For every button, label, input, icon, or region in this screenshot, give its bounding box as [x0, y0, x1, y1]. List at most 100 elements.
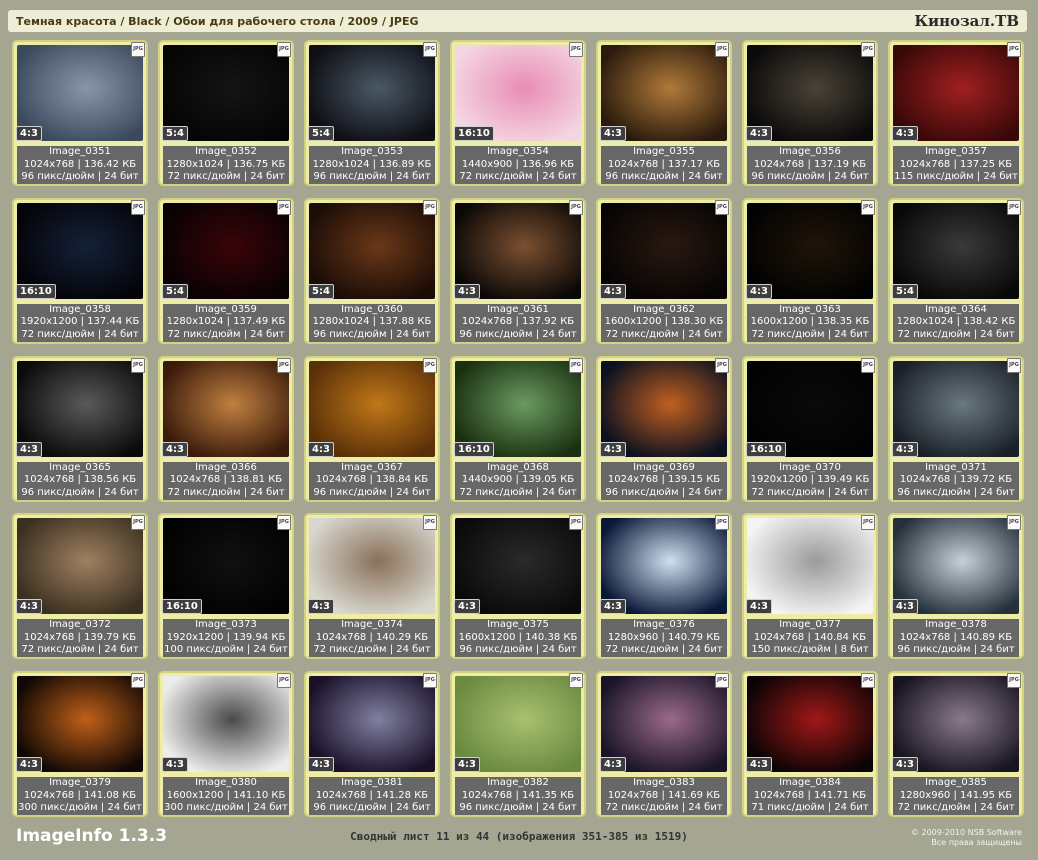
image-dimensions: 1024x768 | 137.25 КБ — [899, 158, 1013, 170]
image-info: Image_0367 1024x768 | 138.84 КБ 96 пикс/дю… — [309, 461, 435, 500]
jpg-file-icon: JPG — [1007, 357, 1021, 373]
image-name: Image_0383 — [633, 777, 695, 789]
thumbnail-tile[interactable]: JPG 4:3 Image_0379 1024x768 | 141.08 КБ 300 … — [12, 671, 148, 818]
aspect-ratio-badge: 4:3 — [892, 757, 918, 773]
thumbnail-tile[interactable]: JPG 4:3 Image_0365 1024x768 | 138.56 КБ 96 п… — [12, 355, 148, 502]
aspect-ratio-badge: 4:3 — [600, 599, 626, 615]
image-dimensions: 1024x768 | 139.79 КБ — [23, 631, 137, 643]
thumbnail-tile[interactable]: JPG 4:3 Image_0362 1600x1200 | 138.30 КБ 72 … — [596, 197, 732, 344]
image-name: Image_0384 — [779, 777, 841, 789]
jpg-file-icon: JPG — [715, 515, 729, 531]
image-info: Image_0362 1600x1200 | 138.30 КБ 72 пикс/д… — [601, 303, 727, 342]
image-name: Image_0375 — [487, 619, 549, 631]
thumbnail-tile[interactable]: JPG 4:3 Image_0367 1024x768 | 138.84 КБ 96 п… — [304, 355, 440, 502]
jpg-file-icon: JPG — [131, 357, 145, 373]
image-resolution: 96 пикс/дюйм | 24 бит — [459, 328, 577, 340]
thumbnail-tile[interactable]: JPG 5:4 Image_0352 1280x1024 | 136.75 КБ 72 … — [158, 40, 294, 186]
thumbnail-tile[interactable]: JPG 4:3 Image_0381 1024x768 | 141.28 КБ 96 п… — [304, 671, 440, 818]
jpg-file-icon: JPG — [715, 42, 729, 57]
thumbnail-tile[interactable]: JPG 4:3 Image_0356 1024x768 | 137.19 КБ 96 п… — [742, 40, 878, 186]
image-info: Image_0354 1440x900 | 136.96 КБ 72 пикс/дю… — [455, 146, 581, 184]
image-resolution: 96 пикс/дюйм | 24 бит — [313, 802, 431, 814]
image-resolution: 72 пикс/дюйм | 24 бит — [751, 328, 869, 340]
thumbnail-tile[interactable]: JPG 4:3 Image_0366 1024x768 | 138.81 КБ 72 п… — [158, 355, 294, 502]
image-info: Image_0351 1024x768 | 136.42 КБ 96 пикс/дю… — [17, 146, 143, 184]
thumbnail-tile[interactable]: JPG 4:3 Image_0384 1024x768 | 141.71 КБ 71 п… — [742, 671, 878, 818]
image-name: Image_0362 — [633, 303, 695, 315]
image-name: Image_0377 — [779, 619, 841, 631]
aspect-ratio-badge: 16:10 — [454, 126, 494, 141]
rights-text: Все права защищены — [931, 838, 1022, 847]
thumbnail-tile[interactable]: JPG 5:4 Image_0360 1280x1024 | 137.88 КБ 96 … — [304, 197, 440, 344]
thumbnail-tile[interactable]: JPG 4:3 Image_0361 1024x768 | 137.92 КБ 96 п… — [450, 197, 586, 344]
image-info: Image_0365 1024x768 | 138.56 КБ 96 пикс/дю… — [17, 461, 143, 500]
image-info: Image_0370 1920x1200 | 139.49 КБ 72 пикс/д… — [747, 461, 873, 500]
thumbnail-tile[interactable]: JPG 4:3 Image_0372 1024x768 | 139.79 КБ 72 п… — [12, 513, 148, 660]
aspect-ratio-badge: 4:3 — [600, 441, 626, 457]
thumbnail-tile[interactable]: JPG 5:4 Image_0353 1280x1024 | 136.89 КБ 96 … — [304, 40, 440, 186]
aspect-ratio-badge: 4:3 — [454, 283, 480, 299]
thumbnail-tile[interactable]: JPG 16:10 Image_0358 1920x1200 | 137.44 КБ 7… — [12, 197, 148, 344]
aspect-ratio-badge: 16:10 — [746, 441, 786, 457]
image-name: Image_0368 — [487, 461, 549, 473]
image-name: Image_0358 — [49, 303, 111, 315]
thumbnail-tile[interactable]: JPG 4:3 Image_0383 1024x768 | 141.69 КБ 72 п… — [596, 671, 732, 818]
thumbnail-tile[interactable]: JPG 4:3 Image_0385 1280x960 | 141.95 КБ 72 п… — [888, 671, 1024, 818]
image-resolution: 96 пикс/дюйм | 24 бит — [605, 486, 723, 498]
aspect-ratio-badge: 5:4 — [308, 126, 334, 141]
image-dimensions: 1440x900 | 139.05 КБ — [461, 474, 575, 486]
aspect-ratio-badge: 4:3 — [162, 757, 188, 773]
thumbnail-tile[interactable]: JPG 4:3 Image_0371 1024x768 | 139.72 КБ 96 п… — [888, 355, 1024, 502]
jpg-file-icon: JPG — [715, 199, 729, 215]
jpg-file-icon: JPG — [569, 42, 583, 57]
image-info: Image_0363 1600x1200 | 138.35 КБ 72 пикс/д… — [747, 303, 873, 342]
jpg-file-icon: JPG — [861, 357, 875, 373]
copyright-text: © 2009-2010 NSB Software — [910, 828, 1022, 837]
thumbnail-tile[interactable]: JPG 16:10 Image_0370 1920x1200 | 139.49 КБ 7… — [742, 355, 878, 502]
thumbnail-tile[interactable]: JPG 16:10 Image_0373 1920x1200 | 139.94 КБ 1… — [158, 513, 294, 660]
thumbnail-tile[interactable]: JPG 4:3 Image_0382 1024x768 | 141.35 КБ 96 п… — [450, 671, 586, 818]
jpg-file-icon: JPG — [423, 357, 437, 373]
jpg-file-icon: JPG — [569, 673, 583, 689]
thumbnail-tile[interactable]: JPG 4:3 Image_0375 1600x1200 | 140.38 КБ 96 … — [450, 513, 586, 660]
jpg-file-icon: JPG — [715, 357, 729, 373]
image-resolution: 72 пикс/дюйм | 24 бит — [167, 171, 285, 182]
image-resolution: 96 пикс/дюйм | 24 бит — [897, 644, 1015, 656]
aspect-ratio-badge: 4:3 — [16, 599, 42, 615]
image-resolution: 72 пикс/дюйм | 24 бит — [21, 328, 139, 340]
image-name: Image_0355 — [633, 146, 695, 157]
image-dimensions: 1920x1200 | 139.94 КБ — [166, 631, 286, 643]
thumbnail-tile[interactable]: JPG 16:10 Image_0368 1440x900 | 139.05 КБ 72… — [450, 355, 586, 502]
thumbnail-tile[interactable]: JPG 4:3 Image_0376 1280x960 | 140.79 КБ 72 п… — [596, 513, 732, 660]
jpg-file-icon: JPG — [131, 515, 145, 531]
thumbnail-tile[interactable]: JPG 5:4 Image_0364 1280x1024 | 138.42 КБ 72 … — [888, 197, 1024, 344]
image-resolution: 72 пикс/дюйм | 24 бит — [751, 486, 869, 498]
image-resolution: 72 пикс/дюйм | 24 бит — [167, 328, 285, 340]
jpg-file-icon: JPG — [131, 199, 145, 215]
image-name: Image_0351 — [49, 146, 111, 157]
thumbnail-tile[interactable]: JPG 4:3 Image_0380 1600x1200 | 141.10 КБ 300… — [158, 671, 294, 818]
thumbnail-tile[interactable]: JPG 4:3 Image_0351 1024x768 | 136.42 КБ 96 п… — [12, 40, 148, 186]
thumbnail-tile[interactable]: JPG 4:3 Image_0363 1600x1200 | 138.35 КБ 72 … — [742, 197, 878, 344]
thumbnail-tile[interactable]: JPG 16:10 Image_0354 1440x900 | 136.96 КБ 72… — [450, 40, 586, 186]
thumbnail-tile[interactable]: JPG 4:3 Image_0355 1024x768 | 137.17 КБ 96 п… — [596, 40, 732, 186]
thumbnail-tile[interactable]: JPG 4:3 Image_0357 1024x768 | 137.25 КБ 115 … — [888, 40, 1024, 186]
thumbnail-tile[interactable]: JPG 5:4 Image_0359 1280x1024 | 137.49 КБ 72 … — [158, 197, 294, 344]
image-dimensions: 1280x1024 | 136.75 КБ — [166, 158, 286, 170]
aspect-ratio-badge: 4:3 — [308, 757, 334, 773]
thumbnail-tile[interactable]: JPG 4:3 Image_0377 1024x768 | 140.84 КБ 150 … — [742, 513, 878, 660]
thumbnail-tile[interactable]: JPG 4:3 Image_0374 1024x768 | 140.29 КБ 72 п… — [304, 513, 440, 660]
image-name: Image_0379 — [49, 777, 111, 789]
thumbnail-tile[interactable]: JPG 4:3 Image_0369 1024x768 | 139.15 КБ 96 п… — [596, 355, 732, 502]
image-info: Image_0372 1024x768 | 139.79 КБ 72 пикс/дю… — [17, 619, 143, 658]
image-resolution: 72 пикс/дюйм | 24 бит — [897, 328, 1015, 340]
thumbnail-tile[interactable]: JPG 4:3 Image_0378 1024x768 | 140.89 КБ 96 п… — [888, 513, 1024, 660]
image-name: Image_0373 — [195, 619, 257, 631]
image-info: Image_0373 1920x1200 | 139.94 КБ 100 пикс/… — [163, 619, 289, 658]
image-dimensions: 1280x1024 | 138.42 КБ — [896, 316, 1016, 328]
aspect-ratio-badge: 4:3 — [308, 441, 334, 457]
image-name: Image_0372 — [49, 619, 111, 631]
jpg-file-icon: JPG — [861, 673, 875, 689]
jpg-file-icon: JPG — [277, 515, 291, 531]
image-dimensions: 1920x1200 | 139.49 КБ — [750, 474, 870, 486]
